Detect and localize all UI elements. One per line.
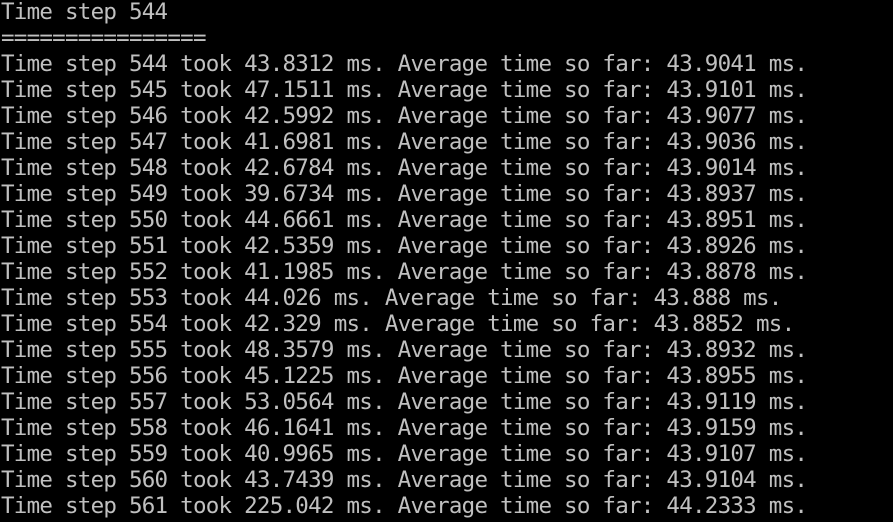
log-line: Time step 546 took 42.5992 ms. Average t… — [1, 103, 808, 129]
log-line: Time step 555 took 48.3579 ms. Average t… — [1, 337, 808, 363]
log-line: Time step 550 took 44.6661 ms. Average t… — [1, 207, 808, 233]
log-line: Time step 557 took 53.0564 ms. Average t… — [1, 389, 808, 415]
log-line: Time step 551 took 42.5359 ms. Average t… — [1, 233, 808, 259]
terminal-window[interactable]: Time step 544 ================ Time step… — [0, 0, 893, 522]
log-line: Time step 549 took 39.6734 ms. Average t… — [1, 181, 808, 207]
log-line: Time step 554 took 42.329 ms. Average ti… — [1, 311, 795, 337]
log-line: Time step 553 took 44.026 ms. Average ti… — [1, 285, 782, 311]
separator-line: ================ — [1, 25, 206, 51]
log-line: Time step 547 took 41.6981 ms. Average t… — [1, 129, 808, 155]
log-line: Time step 556 took 45.1225 ms. Average t… — [1, 363, 808, 389]
log-line: Time step 559 took 40.9965 ms. Average t… — [1, 441, 808, 467]
log-line: Time step 552 took 41.1985 ms. Average t… — [1, 259, 808, 285]
log-line: Time step 544 took 43.8312 ms. Average t… — [1, 51, 808, 77]
log-line: Time step 545 took 47.1511 ms. Average t… — [1, 77, 808, 103]
time-step-header: Time step 544 — [1, 0, 168, 25]
log-line: Time step 558 took 46.1641 ms. Average t… — [1, 415, 808, 441]
log-line: Time step 561 took 225.042 ms. Average t… — [1, 493, 808, 519]
log-line: Time step 560 took 43.7439 ms. Average t… — [1, 467, 808, 493]
log-line: Time step 548 took 42.6784 ms. Average t… — [1, 155, 808, 181]
